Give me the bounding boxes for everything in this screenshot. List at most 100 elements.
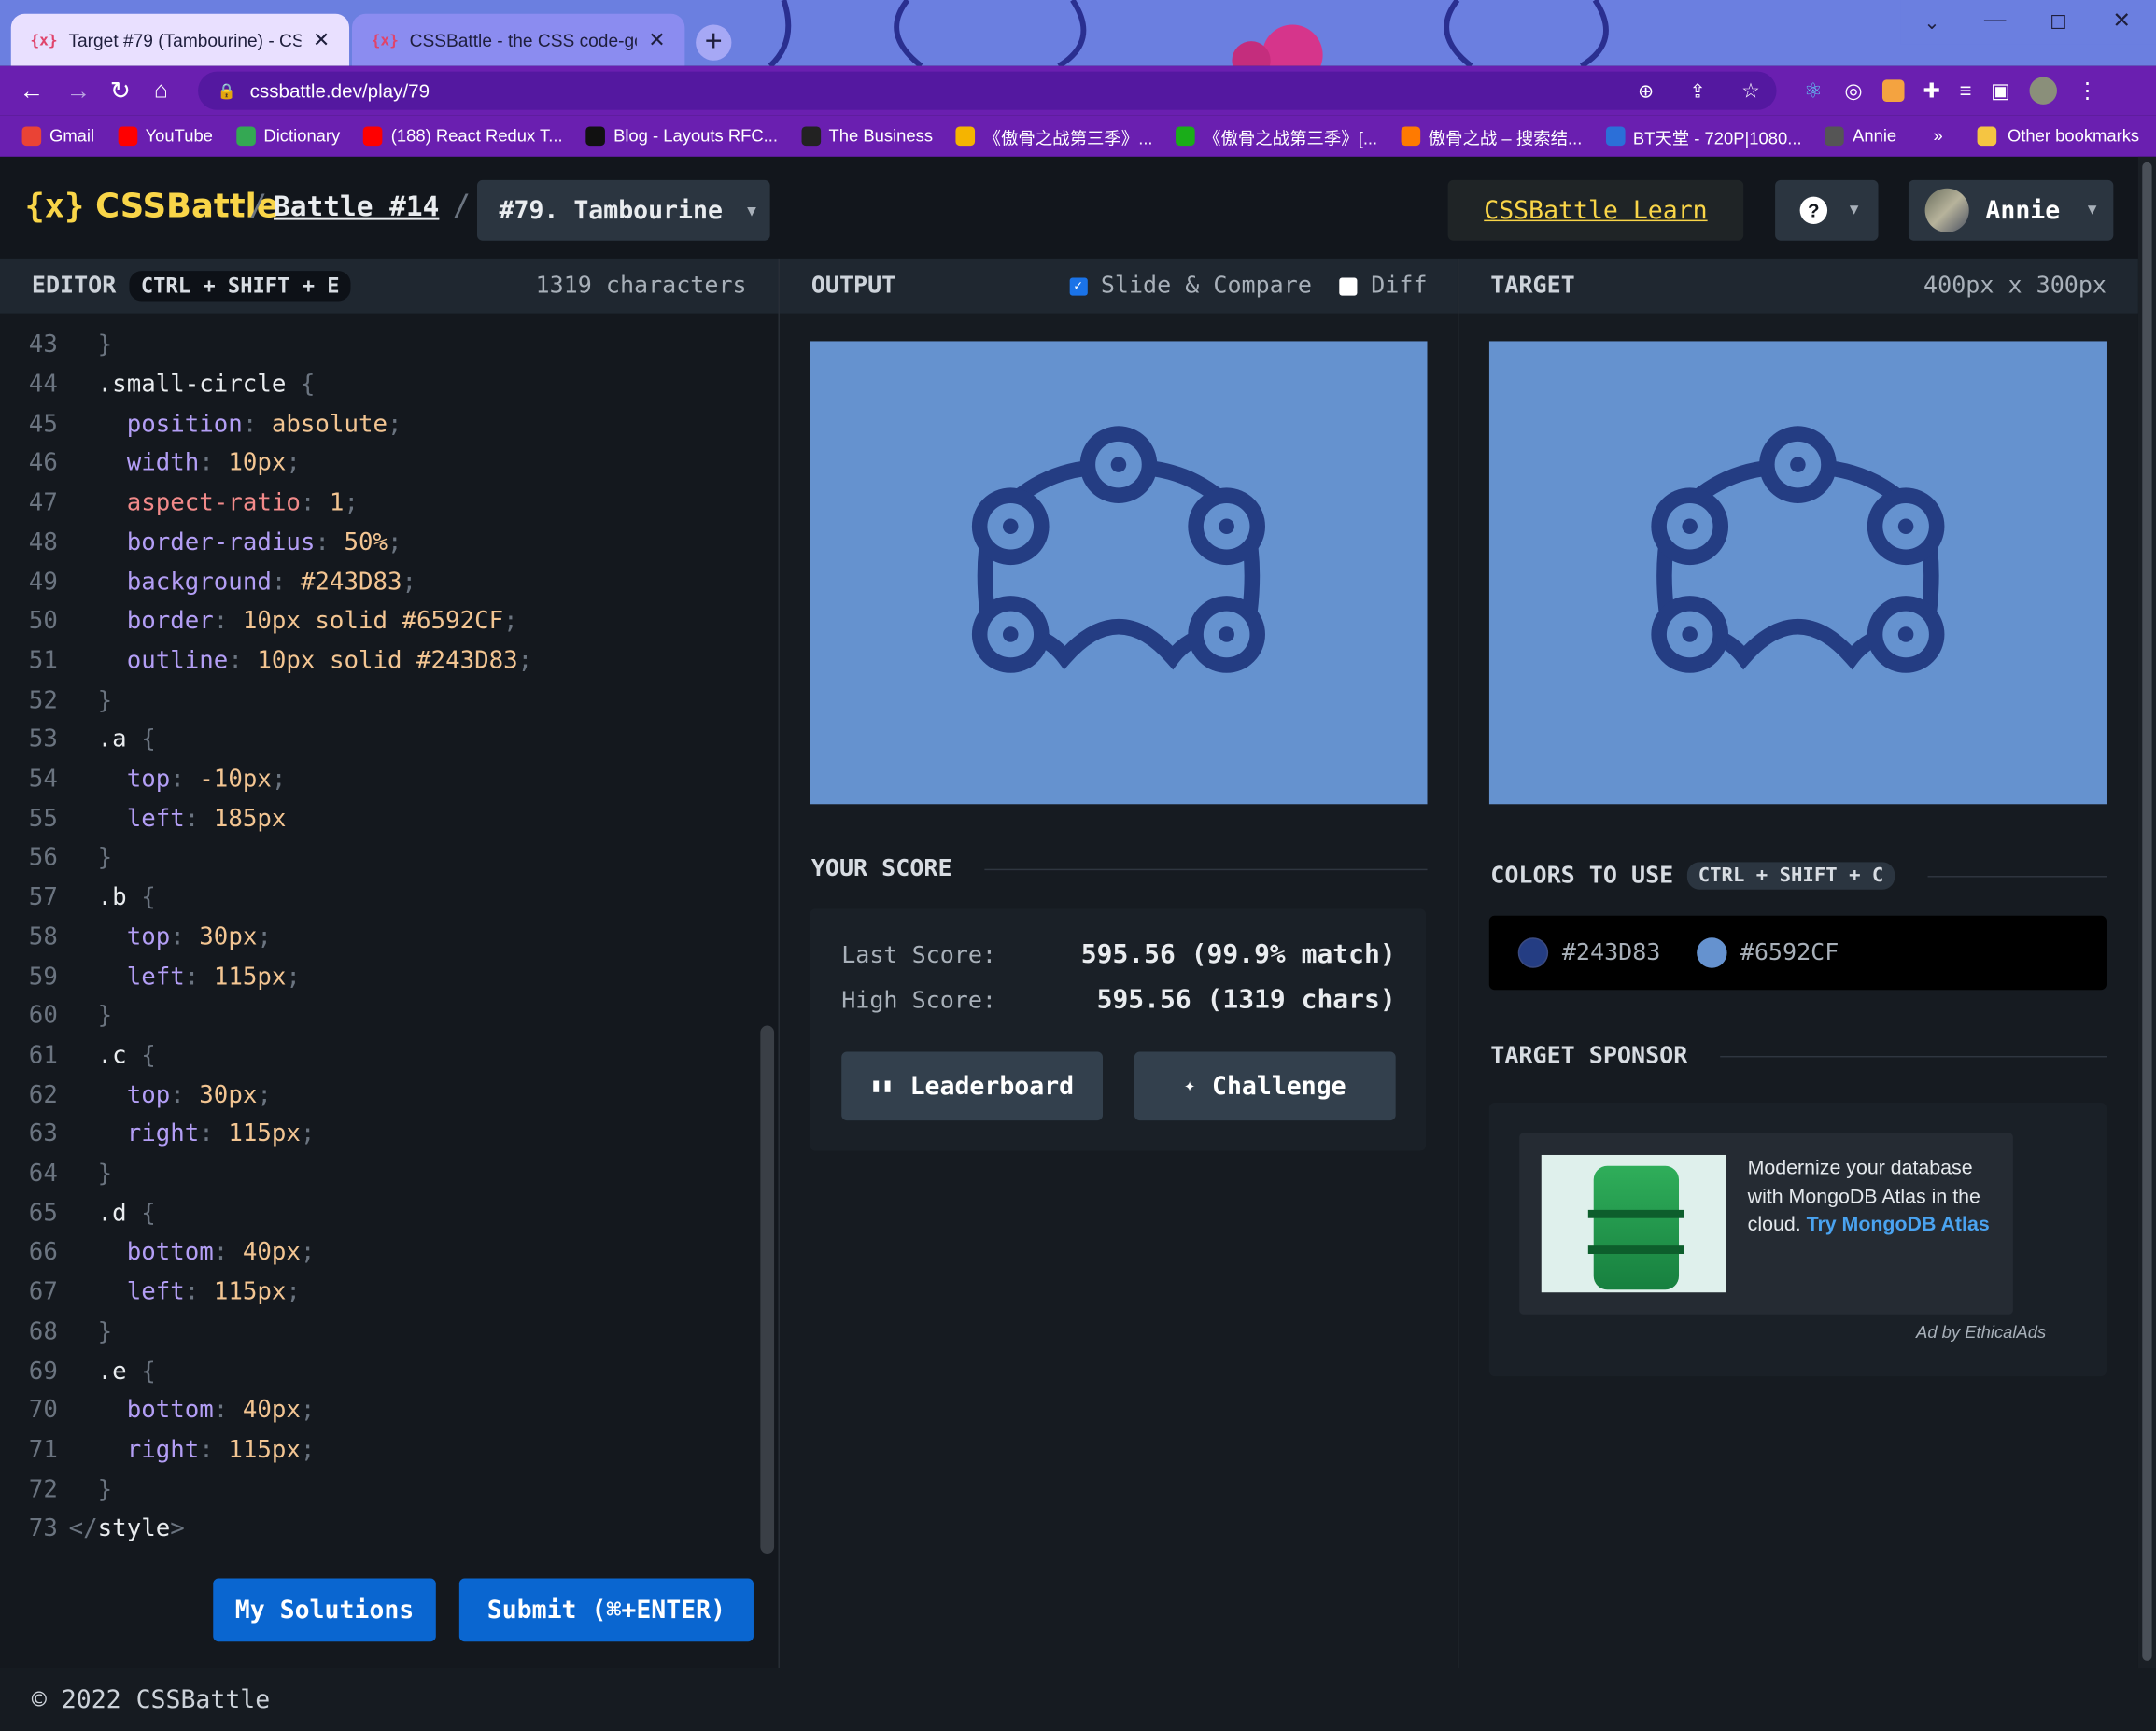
editor-scrollbar[interactable] xyxy=(760,1025,775,1555)
playlist-icon[interactable]: ≡ xyxy=(1960,79,1972,103)
code-line[interactable]: 43 } xyxy=(0,326,112,365)
logo[interactable]: {x} CSSBattle xyxy=(25,187,279,225)
code-line[interactable]: 62 top: 30px; xyxy=(0,1076,272,1115)
react-devtools-icon[interactable]: ⚛ xyxy=(1804,78,1823,103)
page-scrollbar-track[interactable] xyxy=(2137,156,2156,1668)
code-line[interactable]: 53 .a { xyxy=(0,721,156,760)
close-tab-icon[interactable]: ✕ xyxy=(313,27,331,52)
code-line[interactable]: 61 .c { xyxy=(0,1036,156,1076)
help-button[interactable]: ? ▼ xyxy=(1775,179,1879,241)
code-line[interactable]: 71 right: 115px; xyxy=(0,1430,316,1470)
bookmark-item[interactable]: 《傲骨之战第三季》... xyxy=(956,123,1153,149)
reload-icon[interactable]: ↻ xyxy=(110,77,140,106)
share-icon[interactable]: ⇪ xyxy=(1690,79,1706,103)
code-line[interactable]: 68 } xyxy=(0,1313,112,1352)
code-line[interactable]: 63 right: 115px; xyxy=(0,1115,316,1154)
line-number: 61 xyxy=(28,1042,58,1070)
code-line[interactable]: 59 left: 115px; xyxy=(0,957,301,996)
color-hex[interactable]: #6592CF xyxy=(1740,939,1839,966)
code-line[interactable]: 49 background: #243D83; xyxy=(0,563,416,602)
code-line[interactable]: 46 width: 10px; xyxy=(0,444,301,484)
close-window-icon[interactable]: ✕ xyxy=(2090,0,2153,44)
code-line[interactable]: 55 left: 185px xyxy=(0,799,287,838)
mongodb-ad-image[interactable] xyxy=(1541,1154,1726,1293)
line-number: 48 xyxy=(28,528,58,557)
code-line[interactable]: 60 } xyxy=(0,996,112,1035)
color-swatch[interactable] xyxy=(1696,937,1727,968)
tab-search-icon[interactable]: ⌄ xyxy=(1900,0,1964,44)
bookmark-item[interactable]: Dictionary xyxy=(235,123,340,149)
bookmarks-overflow-icon[interactable]: » xyxy=(1933,126,1942,146)
challenge-button[interactable]: ✦ Challenge xyxy=(1134,1051,1396,1121)
code-line[interactable]: 47 aspect-ratio: 1; xyxy=(0,484,359,523)
menu-icon[interactable]: ⋮ xyxy=(2077,77,2099,104)
target-select[interactable]: #79. Tambourine ▼ xyxy=(476,179,770,241)
code-line[interactable]: 45 position: absolute; xyxy=(0,405,402,444)
bookmark-star-icon[interactable]: ☆ xyxy=(1741,78,1760,103)
puzzle-icon[interactable]: ✚ xyxy=(1923,78,1940,103)
code-line[interactable]: 44 .small-circle { xyxy=(0,365,316,404)
bookmark-item[interactable]: Gmail xyxy=(21,123,94,149)
sidepanel-icon[interactable]: ▣ xyxy=(1991,78,2010,103)
zoom-icon[interactable]: ⊕ xyxy=(1638,79,1654,103)
learn-link[interactable]: CSSBattle Learn xyxy=(1484,196,1707,225)
learn-link-box[interactable]: CSSBattle Learn xyxy=(1447,179,1744,241)
new-tab-button[interactable]: + xyxy=(696,24,732,61)
code-line[interactable]: 69 .e { xyxy=(0,1352,156,1391)
code-line[interactable]: 56 } xyxy=(0,838,112,878)
back-icon[interactable]: ← xyxy=(20,77,49,106)
bookmark-item[interactable]: Blog - Layouts RFC... xyxy=(585,123,778,149)
code-line[interactable]: 64 } xyxy=(0,1155,112,1194)
ad-link[interactable]: Try MongoDB Atlas xyxy=(1807,1214,1990,1236)
forward-icon[interactable]: → xyxy=(66,77,96,106)
bookmark-item[interactable]: (188) React Redux T... xyxy=(363,123,563,149)
bookmark-item[interactable]: 傲骨之战 – 搜索结... xyxy=(1401,123,1582,149)
tab-active[interactable]: {x} Target #79 (Tambourine) - CSSBa ✕ xyxy=(10,13,350,66)
user-menu[interactable]: Annie ▼ xyxy=(1908,179,2114,241)
color-hex[interactable]: #243D83 xyxy=(1562,939,1661,966)
code-line[interactable]: 52 } xyxy=(0,681,112,720)
bookmark-item[interactable]: BT天堂 - 720P|1080... xyxy=(1605,123,1802,149)
ad-by[interactable]: Ad by EthicalAds xyxy=(1916,1323,2046,1343)
code-line[interactable]: 57 .b { xyxy=(0,879,156,918)
address-bar[interactable]: 🔒 cssbattle.dev/play/79 ⊕ ⇪ ☆ xyxy=(198,71,1777,110)
code-line[interactable]: 58 top: 30px; xyxy=(0,918,272,957)
slide-compare-label[interactable]: Slide & Compare xyxy=(1101,273,1312,300)
extension-icon[interactable] xyxy=(1881,79,1904,102)
code-line[interactable]: 48 border-radius: 50%; xyxy=(0,523,402,562)
code-editor[interactable]: 43 } 44 .small-circle {45 position: absol… xyxy=(0,313,779,1668)
code-line[interactable]: 72 } xyxy=(0,1471,112,1510)
code-line[interactable]: 54 top: -10px; xyxy=(0,760,287,799)
submit-button[interactable]: Submit (⌘+ENTER) xyxy=(458,1578,754,1642)
code-line[interactable]: 66 bottom: 40px; xyxy=(0,1233,316,1273)
leaderboard-button[interactable]: ▮▮ Leaderboard xyxy=(841,1051,1104,1121)
home-icon[interactable]: ⌂ xyxy=(154,77,184,104)
code-line[interactable]: 51 outline: 10px solid #243D83; xyxy=(0,641,532,681)
tab-inactive[interactable]: {x} CSSBattle - the CSS code-golfing ✕ xyxy=(351,13,685,66)
code-line[interactable]: 73 </style> xyxy=(0,1510,185,1549)
other-bookmarks[interactable]: Other bookmarks xyxy=(1977,126,2139,147)
bookmark-item[interactable]: YouTube xyxy=(118,123,213,149)
diff-checkbox[interactable] xyxy=(1339,276,1358,295)
maximize-icon[interactable]: ☐ xyxy=(2027,0,2091,44)
code-line[interactable]: 67 left: 115px; xyxy=(0,1273,301,1312)
ad-box[interactable]: Modernize your database with MongoDB Atl… xyxy=(1519,1133,2013,1315)
target-preview[interactable] xyxy=(1488,341,2107,805)
diff-label[interactable]: Diff xyxy=(1371,273,1427,300)
output-preview[interactable] xyxy=(810,341,1428,805)
color-swatch[interactable] xyxy=(1517,937,1549,968)
code-line[interactable]: 65 .d { xyxy=(0,1194,156,1233)
bookmark-item[interactable]: 《傲骨之战第三季》[... xyxy=(1176,123,1377,149)
code-line[interactable]: 70 bottom: 40px; xyxy=(0,1391,316,1430)
page-scrollbar-thumb[interactable] xyxy=(2142,162,2152,1661)
profile-avatar-icon[interactable] xyxy=(2029,77,2058,105)
battle-link[interactable]: Battle #14 xyxy=(274,190,439,222)
my-solutions-button[interactable]: My Solutions xyxy=(213,1578,436,1642)
close-tab-icon[interactable]: ✕ xyxy=(648,27,666,52)
code-line[interactable]: 50 border: 10px solid #6592CF; xyxy=(0,602,518,641)
bookmark-item[interactable]: Annie xyxy=(1825,123,1896,149)
slide-compare-checkbox[interactable]: ✓ xyxy=(1068,276,1088,295)
extension-target-icon[interactable]: ◎ xyxy=(1844,78,1862,103)
bookmark-item[interactable]: The Business xyxy=(801,123,933,149)
minimize-icon[interactable]: — xyxy=(1964,0,2027,44)
